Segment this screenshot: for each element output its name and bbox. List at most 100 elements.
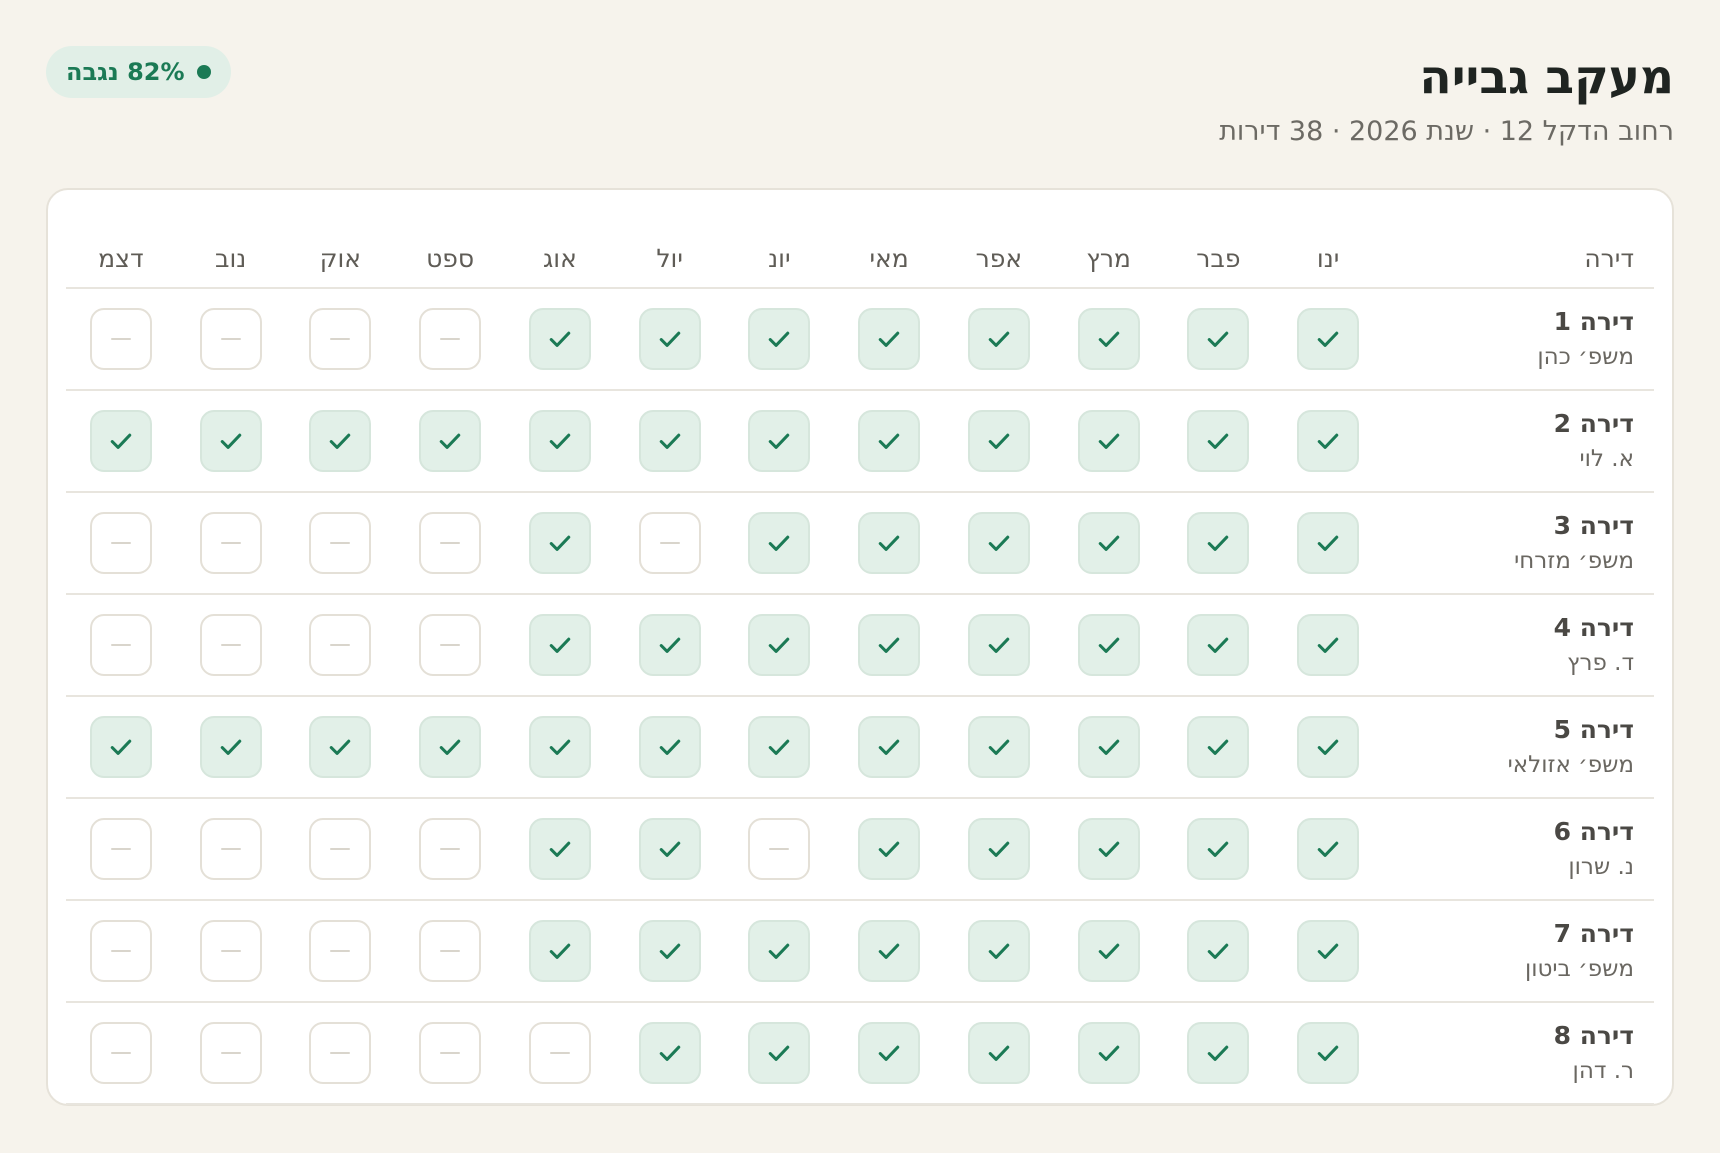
unpaid-toggle[interactable]: [199, 1022, 262, 1084]
paid-toggle[interactable]: [1297, 1022, 1360, 1084]
check-icon: [1208, 739, 1229, 755]
paid-toggle[interactable]: [638, 920, 701, 982]
paid-toggle[interactable]: [199, 410, 262, 472]
paid-toggle[interactable]: [1187, 920, 1250, 982]
unpaid-toggle[interactable]: [419, 614, 482, 676]
unpaid-toggle[interactable]: [89, 614, 152, 676]
unpaid-toggle[interactable]: [748, 818, 811, 880]
paid-toggle[interactable]: [1077, 818, 1140, 880]
paid-toggle[interactable]: [638, 818, 701, 880]
paid-toggle[interactable]: [1077, 410, 1140, 472]
paid-toggle[interactable]: [638, 308, 701, 370]
unpaid-toggle[interactable]: [199, 920, 262, 982]
paid-toggle[interactable]: [748, 614, 811, 676]
paid-toggle[interactable]: [1187, 512, 1250, 574]
paid-toggle[interactable]: [858, 716, 921, 778]
paid-toggle[interactable]: [748, 716, 811, 778]
unpaid-toggle[interactable]: [638, 512, 701, 574]
paid-toggle[interactable]: [858, 410, 921, 472]
unpaid-toggle[interactable]: [89, 818, 152, 880]
paid-toggle[interactable]: [967, 716, 1030, 778]
month-payment-cell: [175, 288, 286, 391]
paid-toggle[interactable]: [748, 410, 811, 472]
paid-toggle[interactable]: [419, 716, 482, 778]
unpaid-toggle[interactable]: [309, 818, 372, 880]
paid-toggle[interactable]: [1077, 1022, 1140, 1084]
paid-toggle[interactable]: [1187, 614, 1250, 676]
paid-toggle[interactable]: [1077, 512, 1140, 574]
paid-toggle[interactable]: [967, 614, 1030, 676]
paid-toggle[interactable]: [528, 308, 591, 370]
paid-toggle[interactable]: [638, 1022, 701, 1084]
unpaid-toggle[interactable]: [309, 920, 372, 982]
paid-toggle[interactable]: [528, 818, 591, 880]
unpaid-toggle[interactable]: [309, 614, 372, 676]
paid-toggle[interactable]: [528, 512, 591, 574]
paid-toggle[interactable]: [528, 410, 591, 472]
paid-toggle[interactable]: [1187, 308, 1250, 370]
unpaid-toggle[interactable]: [419, 512, 482, 574]
paid-toggle[interactable]: [748, 308, 811, 370]
unpaid-toggle[interactable]: [199, 308, 262, 370]
unpaid-toggle[interactable]: [419, 818, 482, 880]
paid-toggle[interactable]: [1077, 716, 1140, 778]
paid-toggle[interactable]: [1187, 716, 1250, 778]
paid-toggle[interactable]: [638, 614, 701, 676]
unpaid-toggle[interactable]: [89, 308, 152, 370]
paid-toggle[interactable]: [89, 410, 152, 472]
paid-toggle[interactable]: [1077, 920, 1140, 982]
unpaid-toggle[interactable]: [309, 308, 372, 370]
paid-toggle[interactable]: [858, 308, 921, 370]
unpaid-toggle[interactable]: [419, 308, 482, 370]
paid-toggle[interactable]: [528, 920, 591, 982]
check-icon: [1317, 841, 1339, 857]
paid-toggle[interactable]: [967, 1022, 1030, 1084]
paid-toggle[interactable]: [1297, 512, 1360, 574]
paid-toggle[interactable]: [528, 716, 591, 778]
paid-toggle[interactable]: [1077, 614, 1140, 676]
paid-toggle[interactable]: [1297, 818, 1360, 880]
paid-toggle[interactable]: [1187, 818, 1250, 880]
paid-toggle[interactable]: [1297, 410, 1360, 472]
unpaid-toggle[interactable]: [419, 1022, 482, 1084]
paid-toggle[interactable]: [967, 920, 1030, 982]
paid-toggle[interactable]: [638, 410, 701, 472]
paid-toggle[interactable]: [528, 614, 591, 676]
month-payment-cell: [834, 696, 944, 799]
paid-toggle[interactable]: [309, 410, 372, 472]
paid-toggle[interactable]: [858, 920, 921, 982]
unpaid-toggle[interactable]: [89, 1022, 152, 1084]
paid-toggle[interactable]: [967, 410, 1030, 472]
paid-toggle[interactable]: [1297, 614, 1360, 676]
paid-toggle[interactable]: [858, 1022, 921, 1084]
paid-toggle[interactable]: [309, 716, 372, 778]
paid-toggle[interactable]: [419, 410, 482, 472]
paid-toggle[interactable]: [858, 818, 921, 880]
paid-toggle[interactable]: [967, 512, 1030, 574]
unpaid-toggle[interactable]: [199, 818, 262, 880]
paid-toggle[interactable]: [1077, 308, 1140, 370]
paid-toggle[interactable]: [967, 818, 1030, 880]
paid-toggle[interactable]: [638, 716, 701, 778]
unpaid-toggle[interactable]: [528, 1022, 591, 1084]
paid-toggle[interactable]: [1187, 410, 1250, 472]
paid-toggle[interactable]: [748, 1022, 811, 1084]
paid-toggle[interactable]: [199, 716, 262, 778]
paid-toggle[interactable]: [858, 512, 921, 574]
paid-toggle[interactable]: [748, 920, 811, 982]
paid-toggle[interactable]: [748, 512, 811, 574]
unpaid-toggle[interactable]: [89, 920, 152, 982]
unpaid-toggle[interactable]: [89, 512, 152, 574]
unpaid-toggle[interactable]: [199, 512, 262, 574]
paid-toggle[interactable]: [1297, 716, 1360, 778]
paid-toggle[interactable]: [967, 308, 1030, 370]
unpaid-toggle[interactable]: [199, 614, 262, 676]
unpaid-toggle[interactable]: [309, 512, 372, 574]
paid-toggle[interactable]: [1297, 308, 1360, 370]
paid-toggle[interactable]: [858, 614, 921, 676]
unpaid-toggle[interactable]: [309, 1022, 372, 1084]
paid-toggle[interactable]: [1297, 920, 1360, 982]
unpaid-toggle[interactable]: [419, 920, 482, 982]
paid-toggle[interactable]: [89, 716, 152, 778]
paid-toggle[interactable]: [1187, 1022, 1250, 1084]
